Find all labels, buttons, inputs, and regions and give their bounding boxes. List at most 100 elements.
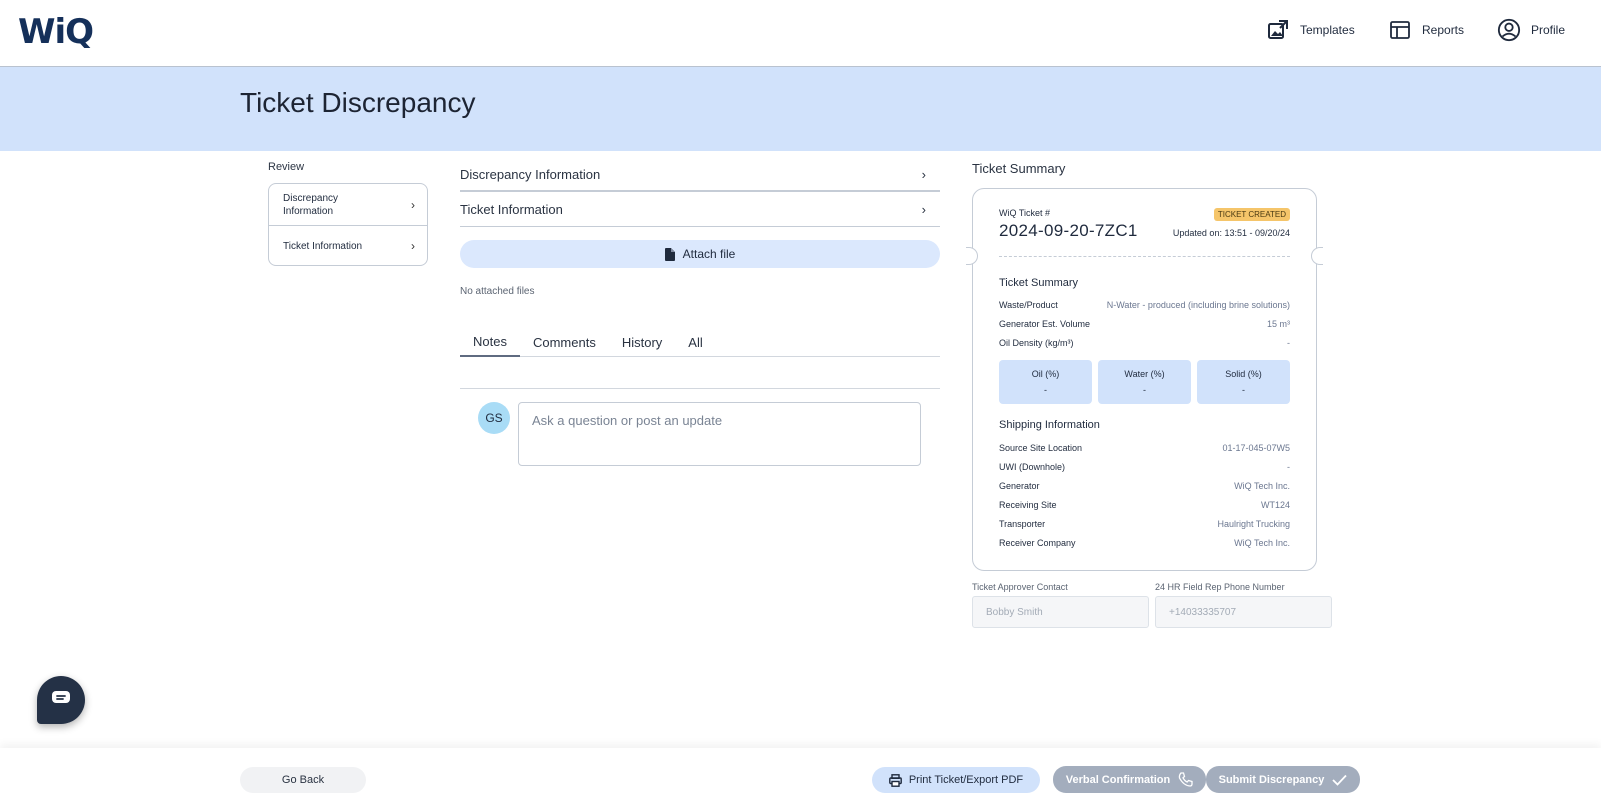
file-icon [664,247,675,261]
user-avatar: GS [478,402,510,434]
ticket-summary-section-title: Ticket Summary [999,277,1079,289]
attach-file-label: Attach file [682,247,736,261]
nav-templates[interactable]: Templates [1266,18,1355,42]
go-back-button[interactable]: Go Back [240,767,366,793]
tab-history[interactable]: History [609,328,675,357]
ticket-summary-card: WiQ Ticket # 2024-09-20-7ZC1 TICKET CREA… [966,188,1323,571]
shipping-row-uwi: UWI (Downhole) - [999,462,1290,472]
shipping-row-source-site: Source Site Location 01-17-045-07W5 [999,443,1290,453]
row-key: Source Site Location [999,443,1083,453]
tab-comments[interactable]: Comments [520,328,609,357]
top-header: WiQ Templates Reports Profile [0,0,1601,67]
pct-label: Oil (%) [1031,369,1060,379]
print-ticket-label: Print Ticket/Export PDF [908,774,1024,786]
review-item-discrepancy-information[interactable]: Discrepancy Information › [269,184,427,226]
row-key: Receiver Company [999,538,1076,548]
bottom-action-bar: Go Back Print Ticket/Export PDF Verbal C… [0,748,1601,809]
accordion-label: Discrepancy Information [460,166,601,182]
summary-row-generator-volume: Generator Est. Volume 15 m³ [999,319,1290,329]
pct-label: Solid (%) [1225,369,1262,379]
composition-boxes: Oil (%) - Water (%) - Solid (%) - [999,360,1290,404]
wiq-logo[interactable]: WiQ [18,12,94,52]
field-rep-phone-label: 24 HR Field Rep Phone Number [1155,582,1285,592]
shipping-row-receiving-site: Receiving Site WT124 [999,500,1290,510]
pct-value: - [1044,385,1047,395]
profile-icon [1497,18,1521,42]
note-input[interactable] [518,402,921,466]
review-nav: Discrepancy Information › Ticket Informa… [268,183,428,266]
tab-notes[interactable]: Notes [460,328,520,357]
row-key: Waste/Product [999,300,1058,310]
accordion-discrepancy-information[interactable]: Discrepancy Information › [460,158,940,192]
divider [460,388,940,389]
row-value: WT124 [1260,500,1290,510]
review-item-label: Discrepancy Information [283,192,339,217]
nav-templates-label: Templates [1300,23,1355,37]
shipping-row-transporter: Transporter Haulright Trucking [999,519,1290,529]
review-item-label: Ticket Information [283,240,363,252]
row-value: N-Water - produced (including brine solu… [1106,300,1290,310]
row-key: Generator Est. Volume [999,319,1091,329]
verbal-confirmation-label: Verbal Confirmation [1065,773,1171,786]
nav-profile[interactable]: Profile [1497,18,1565,42]
ticket-number-label: WiQ Ticket # [999,208,1051,218]
accordion-label: Ticket Information [460,202,563,217]
submit-discrepancy-button[interactable]: Submit Discrepancy [1206,766,1360,793]
attach-file-button[interactable]: Attach file [460,240,940,268]
shipping-information-title: Shipping Information [999,419,1100,431]
chevron-right-icon: › [921,202,926,217]
row-key: Receiving Site [999,500,1057,510]
pct-value: - [1143,385,1146,395]
review-label: Review [268,161,305,173]
title-banner: Ticket Discrepancy [0,67,1601,151]
print-ticket-button[interactable]: Print Ticket/Export PDF [872,767,1040,793]
oil-percent-box: Oil (%) - [999,360,1092,404]
row-key: Generator [999,481,1040,491]
row-key: Transporter [999,519,1046,529]
reports-icon [1388,18,1412,42]
status-badge: TICKET CREATED [1213,208,1290,221]
updated-timestamp: Updated on: 13:51 - 09/20/24 [1172,228,1290,238]
shipping-row-receiver-company: Receiver Company WiQ Tech Inc. [999,538,1290,548]
shipping-row-generator: Generator WiQ Tech Inc. [999,481,1290,491]
activity-tabs: Notes Comments History All [460,328,940,357]
verbal-confirmation-button[interactable]: Verbal Confirmation [1053,766,1206,793]
ticket-summary-heading: Ticket Summary [972,161,1066,176]
summary-row-waste-product: Waste/Product N-Water - produced (includ… [999,300,1290,310]
phone-icon [1178,772,1193,787]
row-key: UWI (Downhole) [999,462,1066,472]
chat-icon [51,690,71,711]
page-title: Ticket Discrepancy [240,87,476,118]
approver-contact-label: Ticket Approver Contact [972,582,1068,592]
printer-icon [888,773,902,787]
approver-contact-field[interactable] [972,596,1149,628]
review-item-ticket-information[interactable]: Ticket Information › [269,226,427,266]
row-value: Haulright Trucking [1217,519,1290,529]
summary-row-oil-density: Oil Density (kg/m³) - [999,338,1290,348]
solid-percent-box: Solid (%) - [1197,360,1290,404]
nav-reports[interactable]: Reports [1388,18,1464,42]
submit-discrepancy-label: Submit Discrepancy [1218,773,1325,786]
chat-button[interactable] [37,676,85,724]
field-rep-phone-field[interactable] [1155,596,1332,628]
chevron-right-icon: › [411,239,415,253]
ticket-notch-left [966,247,978,265]
row-value: - [1287,338,1290,348]
row-value: WiQ Tech Inc. [1234,481,1290,491]
templates-icon [1266,18,1290,42]
ticket-notch-right [1311,247,1323,265]
row-value: 01-17-045-07W5 [1222,443,1290,453]
accordion-ticket-information[interactable]: Ticket Information › [460,193,940,227]
nav-reports-label: Reports [1422,23,1465,37]
chevron-right-icon: › [411,197,415,212]
tab-all[interactable]: All [675,328,715,357]
row-value: WiQ Tech Inc. [1234,538,1290,548]
nav-profile-label: Profile [1531,23,1566,37]
chevron-right-icon: › [921,166,926,182]
checkmark-icon [1332,774,1348,786]
no-attached-files-text: No attached files [460,286,535,297]
dashed-divider [999,256,1290,257]
row-value: 15 m³ [1266,319,1290,329]
row-key: Oil Density (kg/m³) [999,338,1074,348]
pct-label: Water (%) [1124,369,1165,379]
